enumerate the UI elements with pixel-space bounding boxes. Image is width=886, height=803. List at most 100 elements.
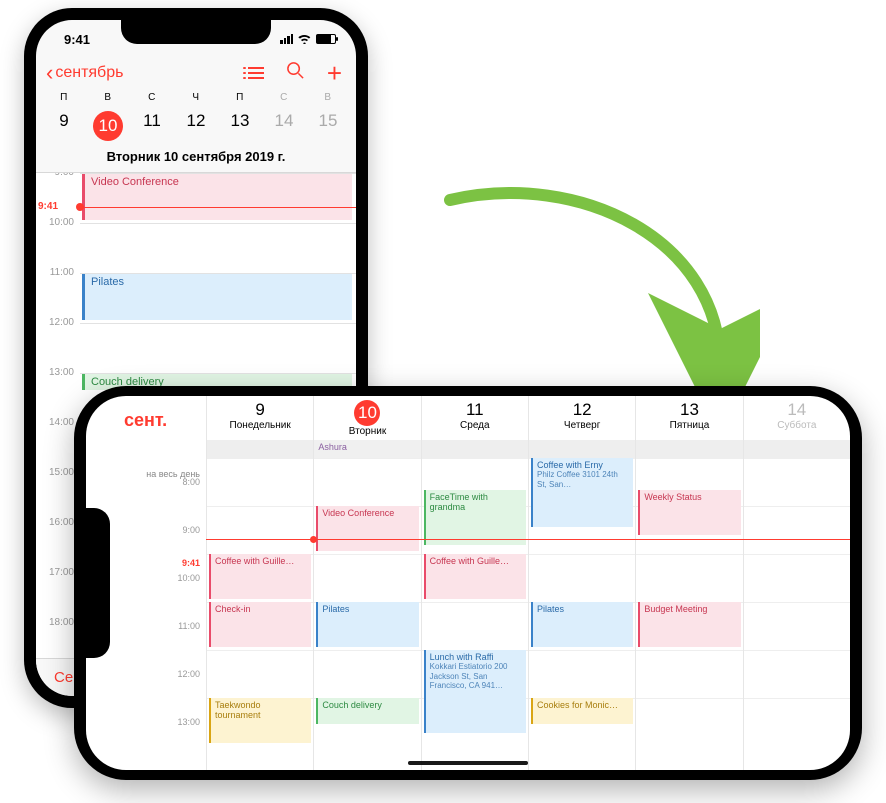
- hour-line: [314, 554, 420, 555]
- battery-icon: [316, 34, 336, 44]
- hour-line: [314, 458, 420, 459]
- week-initial: П: [42, 92, 86, 103]
- column-date: 12: [529, 400, 635, 420]
- landscape-hour-labels: 8:009:0010:0011:0012:0013:009:41: [124, 483, 206, 770]
- day-column[interactable]: 13Пятница Weekly Status Budget Meeting: [635, 396, 742, 770]
- hour-line: [744, 506, 850, 507]
- list-view-icon[interactable]: [248, 67, 264, 79]
- now-indicator: [206, 539, 850, 540]
- column-dow: Четверг: [529, 420, 635, 431]
- calendar-event[interactable]: Pilates: [316, 602, 418, 647]
- week-date[interactable]: 10: [86, 107, 130, 145]
- hour-line: [207, 650, 313, 651]
- week-date[interactable]: 14: [262, 107, 306, 145]
- week-date[interactable]: 13: [218, 107, 262, 145]
- hour-line: [529, 554, 635, 555]
- week-initial: П: [218, 92, 262, 103]
- allday-cell: [636, 440, 742, 458]
- hour-label: 18:00: [40, 617, 74, 628]
- column-dow: Суббота: [744, 420, 850, 431]
- column-body: Coffee with ErnyPhilz Coffee 3101 24th S…: [529, 458, 635, 770]
- back-label: сентябрь: [55, 64, 123, 82]
- hour-line: [636, 650, 742, 651]
- week-dates: 9101112131415: [42, 107, 350, 145]
- calendar-event[interactable]: Pilates: [531, 602, 633, 647]
- week-date[interactable]: 15: [306, 107, 350, 145]
- hour-label: 11:00: [178, 621, 200, 631]
- column-header[interactable]: 14Суббота: [744, 396, 850, 440]
- calendar-event[interactable]: Check-in: [209, 602, 311, 647]
- home-indicator[interactable]: [408, 761, 528, 765]
- add-icon[interactable]: +: [327, 64, 342, 82]
- day-column[interactable]: 9Понедельник Coffee with Guille…Check-in T…: [206, 396, 313, 770]
- week-initial: В: [306, 92, 350, 103]
- hour-line: [529, 650, 635, 651]
- hour-line: [744, 698, 850, 699]
- hour-label: 16:00: [40, 517, 74, 528]
- month-button[interactable]: сент.: [124, 410, 206, 441]
- day-column[interactable]: 14Суббота: [743, 396, 850, 770]
- search-icon[interactable]: [286, 61, 305, 86]
- week-date[interactable]: 12: [174, 107, 218, 145]
- calendar-event[interactable]: Coffee with ErnyPhilz Coffee 3101 24th S…: [531, 458, 633, 527]
- phone-landscape-frame: сент. на весь день 8:009:0010:0011:0012:…: [74, 386, 862, 780]
- allday-cell: [744, 440, 850, 458]
- calendar-event[interactable]: Coffee with Guille…: [209, 554, 311, 599]
- notch: [86, 508, 110, 658]
- day-column[interactable]: 11Среда FaceTime with grandma Coffee with …: [421, 396, 528, 770]
- week-strip: ПВСЧПСВ 9101112131415 Вторник 10 сентябр…: [36, 92, 356, 173]
- hour-line: [636, 458, 742, 459]
- hour-label: 17:00: [40, 567, 74, 578]
- chevron-left-icon: ‹: [46, 60, 53, 86]
- column-header[interactable]: 12Четверг: [529, 396, 635, 440]
- column-date: 14: [744, 400, 850, 420]
- calendar-event[interactable]: FaceTime with grandma: [424, 490, 526, 545]
- calendar-event[interactable]: Cookies for Monic…: [531, 698, 633, 724]
- calendar-event[interactable]: Pilates: [82, 274, 352, 320]
- calendar-event[interactable]: Weekly Status: [638, 490, 740, 535]
- now-label: 9:41: [38, 201, 58, 212]
- week-initial: С: [262, 92, 306, 103]
- now-label: 9:41: [182, 558, 200, 568]
- cellular-icon: [280, 34, 293, 44]
- column-body: Coffee with Guille…Check-in Taekwondo tou…: [207, 458, 313, 770]
- calendar-event[interactable]: Couch delivery: [316, 698, 418, 724]
- landscape-grid[interactable]: 9ПонедельникCoffee with Guille…Check-inT…: [206, 396, 850, 770]
- hour-label: 15:00: [40, 467, 74, 478]
- calendar-event[interactable]: Budget Meeting: [638, 602, 740, 647]
- hour-label: 14:00: [40, 417, 74, 428]
- column-header[interactable]: 10Вторник: [314, 396, 420, 440]
- hour-label: 10:00: [40, 217, 74, 228]
- date-title: Вторник 10 сентября 2019 г.: [42, 145, 350, 168]
- calendar-event[interactable]: Lunch with RaffiKokkari Estiatorio 200 J…: [424, 650, 526, 733]
- column-dow: Понедельник: [207, 420, 313, 431]
- column-dow: Вторник: [314, 426, 420, 437]
- back-button[interactable]: ‹ сентябрь: [46, 60, 123, 86]
- hour-label: 10:00: [177, 573, 200, 583]
- wifi-icon: [297, 32, 312, 47]
- calendar-event[interactable]: Taekwondo tournament: [209, 698, 311, 743]
- hour-line: [636, 554, 742, 555]
- column-header[interactable]: 9Понедельник: [207, 396, 313, 440]
- calendar-event[interactable]: Coffee with Guille…: [424, 554, 526, 599]
- week-initial: Ч: [174, 92, 218, 103]
- hour-label: 9:00: [182, 525, 200, 535]
- day-column[interactable]: 10ВторникAshura Video Conference Pilates Co…: [313, 396, 420, 770]
- day-column[interactable]: 12Четверг Coffee with ErnyPhilz Coffee 31…: [528, 396, 635, 770]
- calendar-event[interactable]: Video Conference: [316, 506, 418, 551]
- hour-line: [314, 650, 420, 651]
- hour-line: [744, 554, 850, 555]
- nav-actions: +: [248, 61, 342, 86]
- now-dot-icon: [76, 203, 84, 211]
- hour-line: [636, 698, 742, 699]
- notch: [121, 20, 271, 44]
- week-date[interactable]: 11: [130, 107, 174, 145]
- now-indicator: [80, 207, 356, 208]
- rotate-arrow-icon: [400, 180, 760, 410]
- hour-row: 10:00: [80, 223, 356, 273]
- column-header[interactable]: 11Среда: [422, 396, 528, 440]
- week-date[interactable]: 9: [42, 107, 86, 145]
- calendar-event[interactable]: Video Conference: [82, 174, 352, 220]
- allday-cell[interactable]: Ashura: [314, 440, 420, 458]
- column-header[interactable]: 13Пятница: [636, 396, 742, 440]
